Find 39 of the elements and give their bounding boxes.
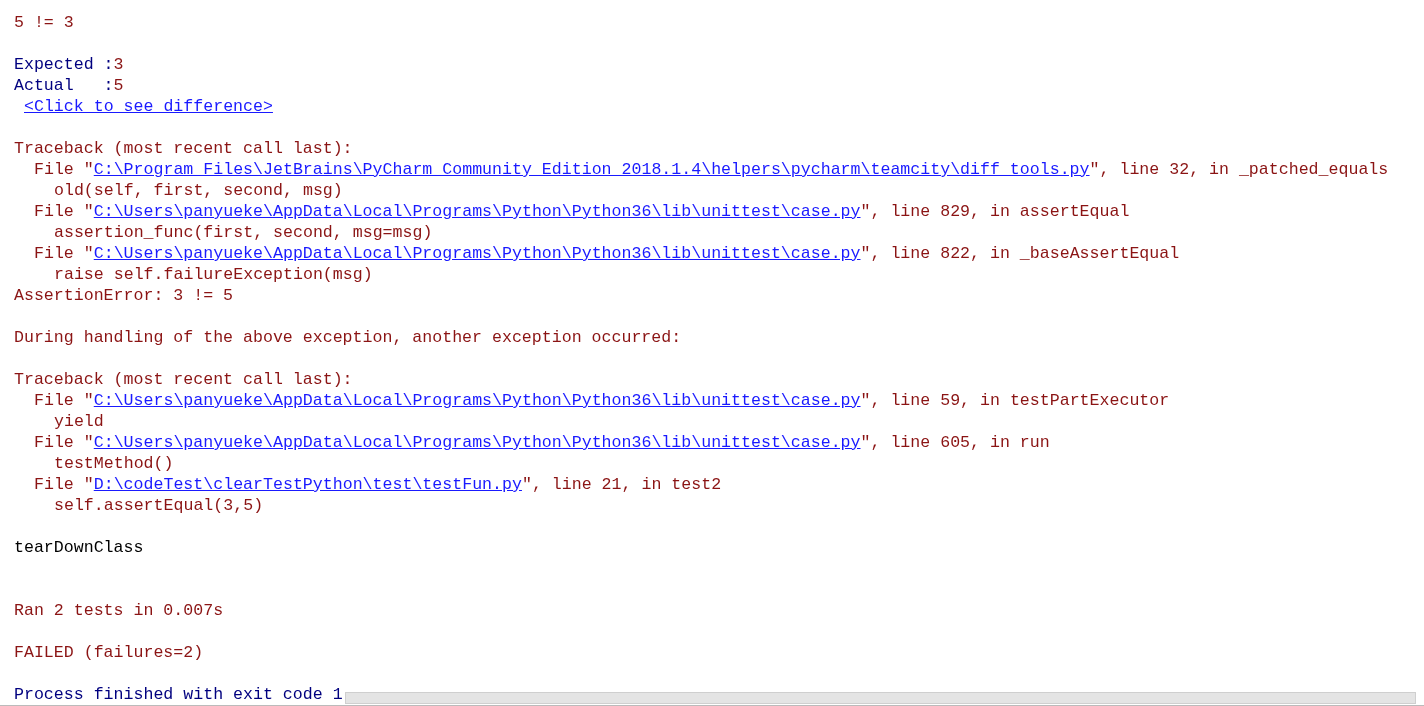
console-text: yield [54,412,104,431]
file-link[interactable]: C:\Users\panyueke\AppData\Local\Programs\Python\Python36\lib\unittest\case.py [93,433,861,452]
console-text: ", line 822, in _baseAssertEqual [860,244,1180,263]
console-text: tearDownClass [14,538,144,557]
console-text: File " [34,433,94,452]
console-text: ", line 59, in testPartExecutor [860,391,1170,410]
file-link[interactable]: C:\Users\panyueke\AppData\Local\Programs\Python\Python36\lib\unittest\case.py [93,244,861,263]
console-text: Ran 2 tests in 0.007s [14,601,224,620]
console-text: old(self, first, second, msg) [54,181,343,200]
console-text: File " [34,391,94,410]
console-text: ", line 21, in test2 [521,475,722,494]
console-text: assertion_func(first, second, msg=msg) [54,223,433,242]
console-text: Process finished with exit code 1 [14,685,343,704]
console-text: self.assertEqual(3,5) [54,496,264,515]
console-text: During handling of the above exception, another exception occurred: [14,328,682,347]
console-text: File " [34,202,94,221]
file-link[interactable]: <Click to see difference> [24,97,273,116]
console-text: Traceback (most recent call last): [14,370,353,389]
console-text: File " [34,160,94,179]
console-text: 5 [113,76,124,95]
console-text: FAILED (failures=2) [14,643,204,662]
console-text: File " [34,475,94,494]
console-text: ", line 829, in assertEqual [860,202,1130,221]
file-link[interactable]: D:\codeTest\clearTestPython\test\testFun.py [93,475,522,494]
file-link[interactable]: C:\Program Files\JetBrains\PyCharm Community Edition 2018.1.4\helpers\pycharm\teamcity\diff_tools.py [93,160,1090,179]
console-text: Traceback (most recent call last): [14,139,353,158]
console-text: 5 != 3 [14,13,74,32]
console-text: 3 [113,55,124,74]
scrollbar[interactable] [345,692,1416,704]
console-text: File " [34,244,94,263]
console-text: testMethod() [54,454,174,473]
console-text: AssertionError: 3 != 5 [14,286,234,305]
console-text: ", line 32, in _patched_equals [1089,160,1389,179]
file-link[interactable]: C:\Users\panyueke\AppData\Local\Programs\Python\Python36\lib\unittest\case.py [93,202,861,221]
file-link[interactable]: C:\Users\panyueke\AppData\Local\Programs\Python\Python36\lib\unittest\case.py [93,391,861,410]
console-text: raise self.failureException(msg) [54,265,373,284]
console-text: Actual : [14,76,114,95]
console-text: Expected : [14,55,114,74]
console-text: ", line 605, in run [860,433,1050,452]
